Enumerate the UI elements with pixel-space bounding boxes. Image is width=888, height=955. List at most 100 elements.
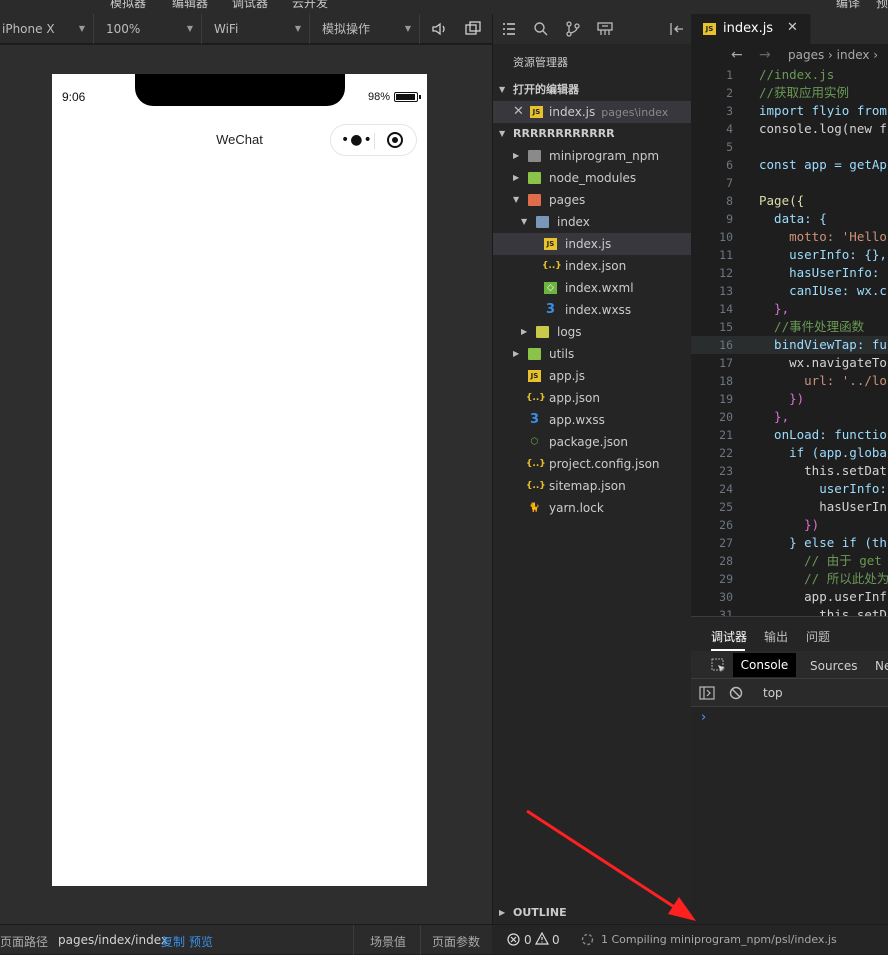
- search-icon[interactable]: [533, 21, 549, 37]
- warning-count[interactable]: 0: [552, 933, 560, 947]
- code-line[interactable]: 7: [691, 174, 888, 192]
- menu-debugger[interactable]: 调试器: [232, 0, 268, 11]
- extensions-icon[interactable]: [596, 20, 614, 38]
- code-line[interactable]: 31 this.setD: [691, 606, 888, 616]
- inspect-element-icon[interactable]: [711, 658, 726, 673]
- tab-output[interactable]: 输出: [764, 628, 788, 645]
- popout-icon[interactable]: [463, 19, 483, 39]
- breadcrumb-path[interactable]: pages › index ›: [788, 44, 878, 66]
- code-line[interactable]: 9 data: {: [691, 210, 888, 228]
- forward-arrow-icon[interactable]: →: [759, 44, 771, 66]
- project-section[interactable]: ▼ RRRRRRRRRRRR: [493, 123, 692, 145]
- open-editor-item[interactable]: ✕ JS index.js pages\index: [493, 101, 692, 123]
- code-line[interactable]: 24 userInfo:: [691, 480, 888, 498]
- menu-preview[interactable]: 预: [876, 0, 888, 11]
- code-line[interactable]: 20 },: [691, 408, 888, 426]
- code-line[interactable]: 26 }): [691, 516, 888, 534]
- code-line[interactable]: 22 if (app.globa: [691, 444, 888, 462]
- code-line[interactable]: 14 },: [691, 300, 888, 318]
- code-line[interactable]: 4 console.log(new f: [691, 120, 888, 138]
- code-line[interactable]: 13 canIUse: wx.c: [691, 282, 888, 300]
- tree-item-sitemap-json[interactable]: {..} sitemap.json: [493, 475, 692, 497]
- list-icon[interactable]: [502, 22, 516, 36]
- page-params-button[interactable]: 页面参数: [432, 933, 480, 950]
- warning-icon[interactable]: [535, 932, 549, 945]
- tree-item-logs[interactable]: ▶ logs: [493, 321, 692, 343]
- code-line[interactable]: 30 app.userInf: [691, 588, 888, 606]
- code-line[interactable]: 8 Page({: [691, 192, 888, 210]
- preview-link[interactable]: 预览: [189, 933, 213, 950]
- tree-item-app-wxss[interactable]: 3 app.wxss: [493, 409, 692, 431]
- code-line[interactable]: 17 wx.navigateTo: [691, 354, 888, 372]
- volume-icon[interactable]: [430, 19, 450, 39]
- tab-debugger[interactable]: 调试器: [711, 628, 747, 645]
- close-icon[interactable]: ✕: [513, 101, 524, 123]
- editor-tab-index-js[interactable]: JS index.js ✕: [691, 14, 811, 44]
- code-line[interactable]: 5: [691, 138, 888, 156]
- code-line[interactable]: 29 // 所以此处为: [691, 570, 888, 588]
- close-miniprogram-icon[interactable]: [387, 132, 403, 148]
- tree-item-miniprogram-npm[interactable]: ▶ miniprogram_npm: [493, 145, 692, 167]
- code-line[interactable]: 21 onLoad: functio: [691, 426, 888, 444]
- menu-capsule[interactable]: •●•: [330, 124, 417, 156]
- menu-editor[interactable]: 编辑器: [172, 0, 208, 11]
- tab-console[interactable]: Console: [733, 653, 796, 677]
- menu-cloud[interactable]: 云开发: [292, 0, 328, 11]
- tab-problems[interactable]: 问题: [806, 628, 830, 645]
- tree-item-index-folder[interactable]: ▼ index: [493, 211, 692, 233]
- tree-item-index-wxss[interactable]: 3 index.wxss: [493, 299, 692, 321]
- code-line[interactable]: 25 hasUserIn: [691, 498, 888, 516]
- tree-item-app-json[interactable]: {..} app.json: [493, 387, 692, 409]
- tree-item-index-wxml[interactable]: ◇ index.wxml: [493, 277, 692, 299]
- more-dots-icon[interactable]: •●•: [341, 132, 373, 148]
- code-line[interactable]: 19 }): [691, 390, 888, 408]
- code-line[interactable]: 23 this.setDat: [691, 462, 888, 480]
- code-line[interactable]: 3 import flyio from: [691, 102, 888, 120]
- tree-item-app-js[interactable]: JS app.js: [493, 365, 692, 387]
- copy-link[interactable]: 复制: [161, 933, 185, 950]
- collapse-panel-icon[interactable]: [669, 22, 685, 36]
- close-icon[interactable]: ✕: [787, 20, 798, 35]
- scene-value-button[interactable]: 场景值: [370, 933, 406, 950]
- code-line[interactable]: 27 } else if (th: [691, 534, 888, 552]
- tree-item-pages[interactable]: ▼ pages: [493, 189, 692, 211]
- chevron-down-icon: ▼: [294, 24, 301, 33]
- code-text: } else if (th: [759, 535, 887, 550]
- tab-sources[interactable]: Sources: [810, 659, 857, 673]
- network-select[interactable]: WiFi ▼: [202, 14, 310, 44]
- code-line[interactable]: 18 url: '../lo: [691, 372, 888, 390]
- context-select[interactable]: top: [763, 686, 783, 700]
- source-control-icon[interactable]: [565, 21, 581, 37]
- error-icon[interactable]: [507, 933, 520, 946]
- menu-simulator[interactable]: 模拟器: [110, 0, 146, 11]
- code-line[interactable]: 16 bindViewTap: fu: [691, 336, 888, 354]
- sidebar-toggle-icon[interactable]: [699, 686, 715, 700]
- tree-item-index-js[interactable]: JS index.js: [493, 233, 692, 255]
- code-line[interactable]: 10 motto: 'Hello: [691, 228, 888, 246]
- device-select[interactable]: iPhone X ▼: [0, 14, 94, 44]
- back-arrow-icon[interactable]: ←: [731, 44, 743, 66]
- tree-item-index-json[interactable]: {..} index.json: [493, 255, 692, 277]
- clear-console-icon[interactable]: [729, 686, 743, 700]
- tree-item-package-json[interactable]: ⬡ package.json: [493, 431, 692, 453]
- open-editors-section[interactable]: ▼ 打开的编辑器: [493, 79, 692, 101]
- code-line[interactable]: 2 //获取应用实例: [691, 84, 888, 102]
- tree-item-node-modules[interactable]: ▶ node_modules: [493, 167, 692, 189]
- menu-compile[interactable]: 编译: [836, 0, 860, 11]
- operation-select[interactable]: 模拟操作 ▼: [310, 14, 420, 44]
- tree-item-project-config[interactable]: {..} project.config.json: [493, 453, 692, 475]
- console-prompt[interactable]: ›: [701, 710, 706, 725]
- tab-network[interactable]: Ne: [875, 659, 888, 673]
- phone-screen[interactable]: 9:06 98% WeChat •●•: [52, 74, 427, 886]
- error-count[interactable]: 0: [524, 933, 532, 947]
- code-line[interactable]: 15 //事件处理函数: [691, 318, 888, 336]
- code-line[interactable]: 6 const app = getAp: [691, 156, 888, 174]
- tree-item-utils[interactable]: ▶ utils: [493, 343, 692, 365]
- zoom-select[interactable]: 100% ▼: [94, 14, 202, 44]
- code-line[interactable]: 28 // 由于 get: [691, 552, 888, 570]
- outline-section[interactable]: ▶ OUTLINE: [493, 902, 692, 924]
- code-line[interactable]: 12 hasUserInfo:: [691, 264, 888, 282]
- tree-item-yarn-lock[interactable]: 🐈 yarn.lock: [493, 497, 692, 519]
- code-line[interactable]: 11 userInfo: {},: [691, 246, 888, 264]
- code-line[interactable]: 1 //index.js: [691, 66, 888, 84]
